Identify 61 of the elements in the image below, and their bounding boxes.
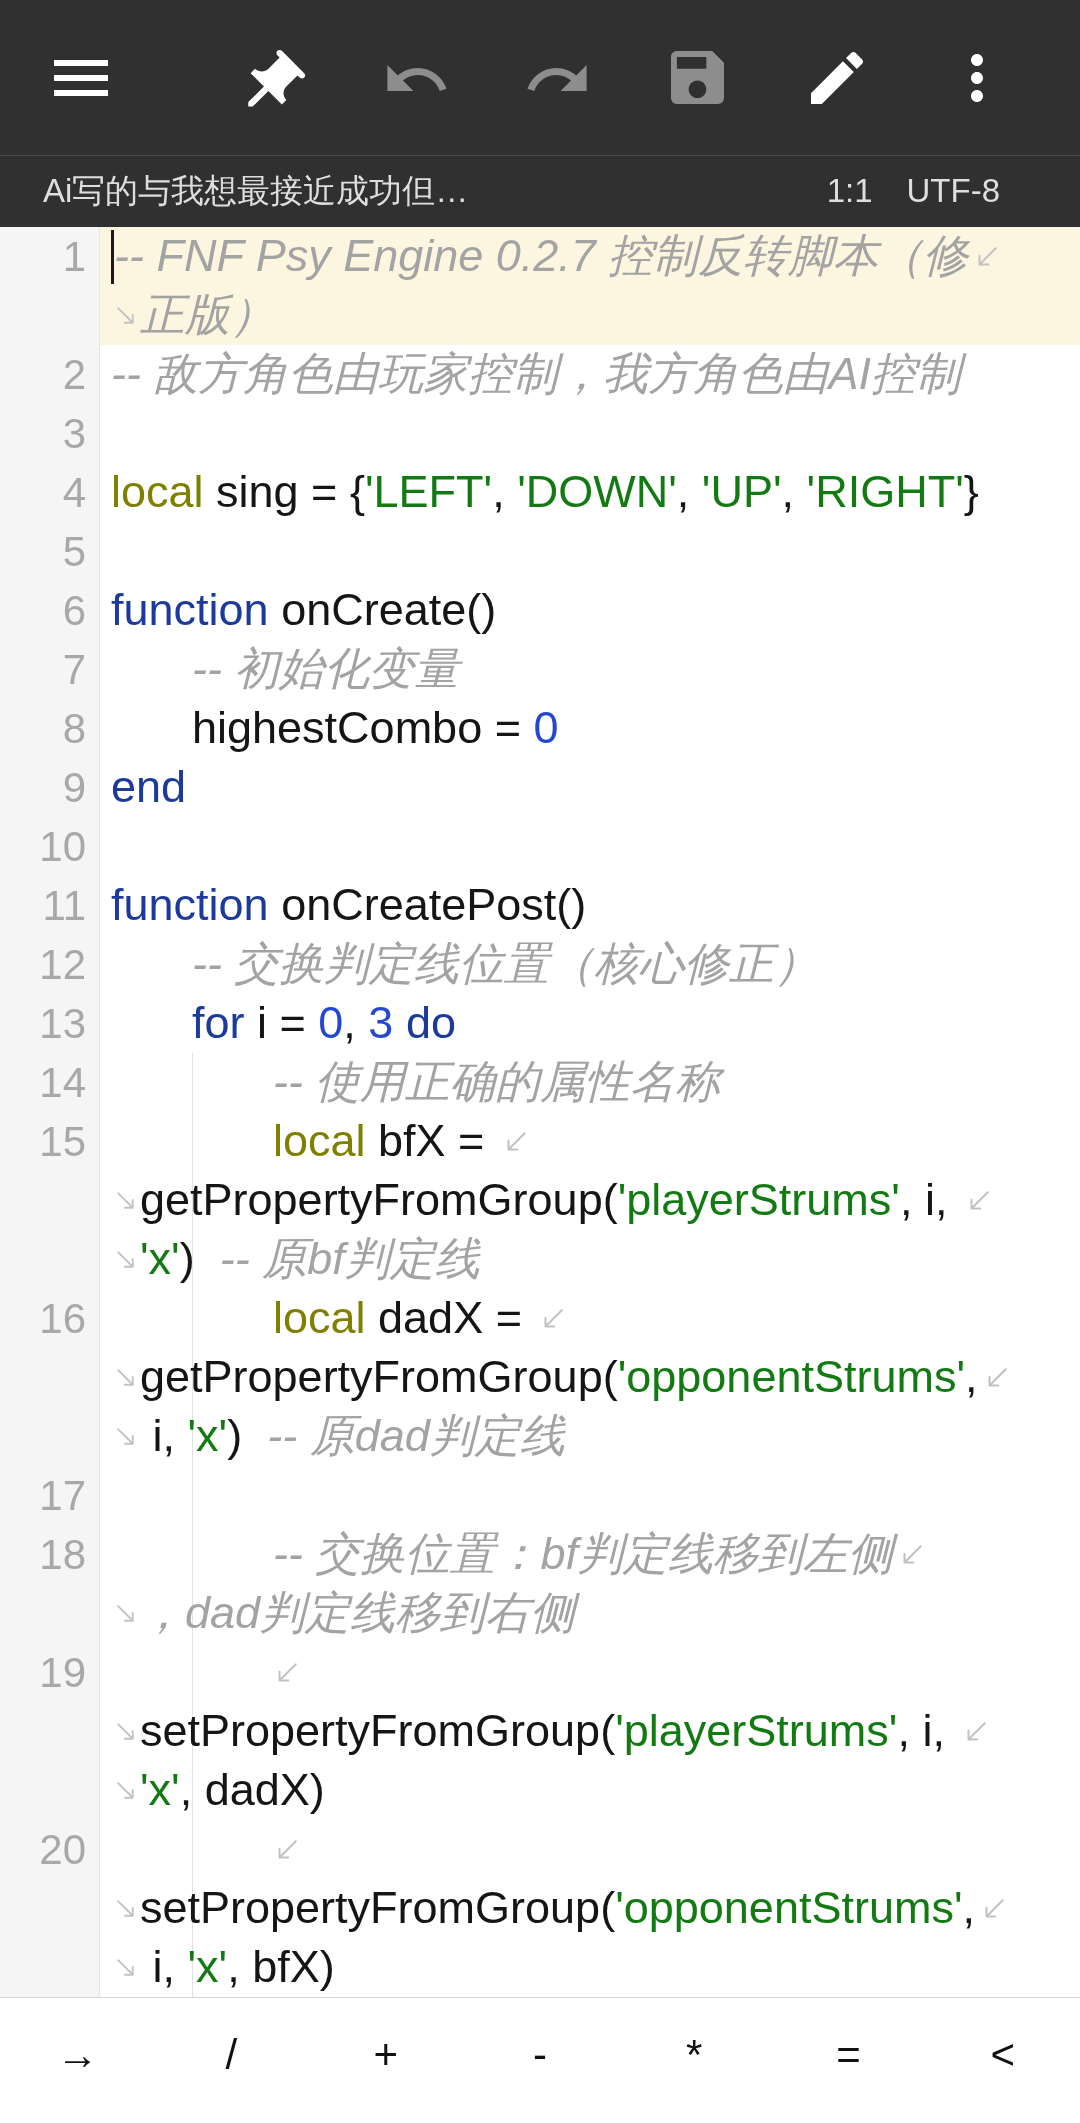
more-vertical-icon	[971, 53, 983, 102]
code-text: -- 交换位置：bf判定线移到左侧	[273, 1525, 898, 1584]
line-number: 3	[62, 412, 86, 455]
menu-icon	[54, 59, 108, 96]
line-number: 16	[39, 1297, 86, 1340]
symbol-key[interactable]: →	[38, 2027, 117, 2082]
line-number: 5	[62, 530, 86, 573]
file-name: Ai写的与我想最接近成功但…	[43, 171, 470, 212]
symbol-key[interactable]: -	[515, 2027, 565, 2082]
code-text: ，dad判定线移到右侧	[140, 1584, 581, 1643]
code-text: -- 使用正确的属性名称	[273, 1053, 726, 1112]
code-text: setPropertyFromGroup('playerStrums', i,	[140, 1704, 946, 1759]
line-number: 17	[39, 1474, 86, 1517]
code-text: local dadX =	[273, 1291, 523, 1346]
code-text: -- 敌方角色由玩家控制，我方角色由AI控制	[111, 345, 966, 404]
code-text: -- 初始化变量	[192, 640, 465, 699]
line-number: 18	[39, 1533, 86, 1576]
code-text: i, 'x') -- 原dad判定线	[151, 1409, 567, 1464]
code-text: 'x', dadX)	[140, 1763, 326, 1818]
cursor-position: 1:1	[826, 171, 873, 212]
code-text: i, 'x', bfX)	[151, 1940, 336, 1995]
line-number: 10	[39, 825, 86, 868]
line-number: 15	[39, 1120, 86, 1163]
line-number: 9	[62, 766, 86, 809]
line-number: 19	[39, 1651, 86, 1694]
pushpin-icon	[247, 47, 307, 108]
line-number: 7	[62, 648, 86, 691]
code-text: end	[111, 760, 188, 815]
symbol-key[interactable]: =	[818, 2027, 879, 2082]
code-text: function onCreatePost()	[111, 878, 588, 933]
text-cursor	[111, 229, 114, 284]
symbol-key[interactable]: /	[207, 2027, 256, 2082]
code-text: local sing = {'LEFT', 'DOWN', 'UP', 'RIGHT'}	[111, 465, 980, 520]
line-number: 12	[39, 943, 86, 986]
code-text: function onCreate()	[111, 583, 498, 638]
code-text: -- 交换判定线位置（核心修正）	[192, 937, 821, 992]
line-number: 1	[62, 235, 86, 278]
line-number: 8	[62, 707, 86, 750]
line-number: 2	[62, 353, 86, 396]
line-number: 6	[62, 589, 86, 632]
undo-icon	[387, 64, 447, 91]
line-number: 20	[39, 1828, 86, 1871]
line-number: 14	[39, 1061, 86, 1104]
line-number: 11	[42, 884, 86, 927]
code-text: for i = 0, 3 do	[192, 996, 457, 1051]
symbol-key[interactable]: *	[668, 2027, 721, 2082]
line-number: 4	[62, 471, 86, 514]
code-text: getPropertyFromGroup('playerStrums', i,	[140, 1173, 949, 1228]
code-text: getPropertyFromGroup('opponentStrums',	[140, 1350, 979, 1405]
code-text: highestCombo = 0	[192, 701, 560, 756]
code-text: 正版）	[140, 288, 276, 343]
code-text: 'x') -- 原bf判定线	[140, 1232, 482, 1287]
line-number: 13	[39, 1002, 86, 1045]
encoding-label: UTF-8	[906, 171, 1000, 212]
pencil-icon	[811, 51, 863, 104]
redo-icon	[527, 64, 587, 91]
code-text: -- FNF Psy Engine 0.2.7 控制反转脚本（修	[114, 229, 971, 284]
symbol-key[interactable]: <	[972, 2027, 1034, 2082]
code-text: setPropertyFromGroup('opponentStrums',	[140, 1881, 977, 1936]
symbol-key[interactable]: +	[355, 2027, 416, 2082]
code-text: local bfX =	[273, 1114, 486, 1169]
